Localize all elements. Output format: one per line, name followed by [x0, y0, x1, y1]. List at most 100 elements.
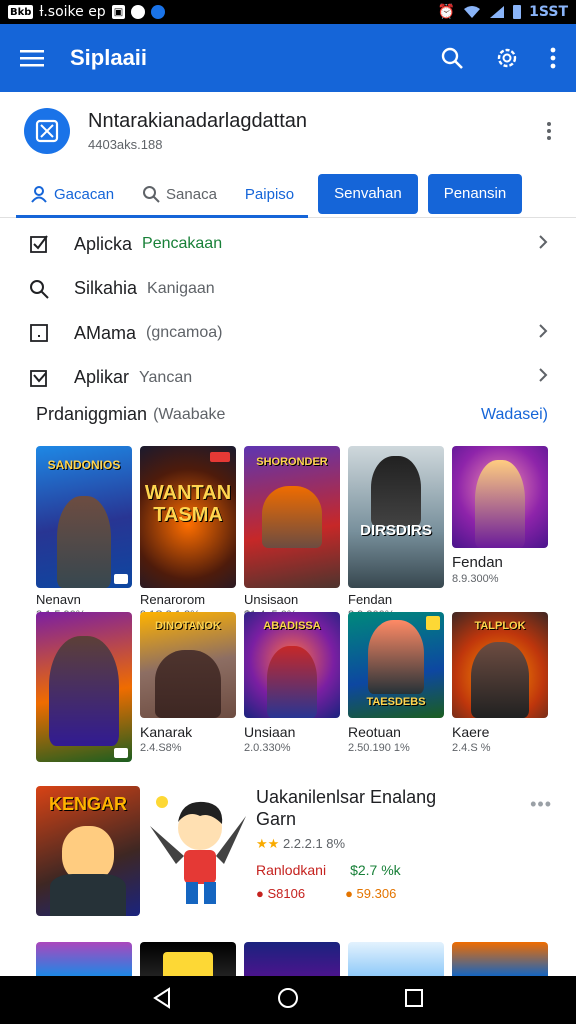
badge-icon [114, 748, 128, 758]
featured-title: Uakanilenlsar Enalang Garn [256, 787, 437, 829]
search-icon [28, 278, 50, 300]
list-item-label: Aplikar [74, 367, 130, 388]
penansin-button[interactable]: Penansin [427, 173, 523, 214]
game-thumbnail [452, 446, 548, 548]
settings-gear-icon[interactable] [494, 45, 520, 71]
tab-sanaca[interactable]: Sanaca [128, 170, 231, 218]
featured-game[interactable]: KENGAR Uakanilenlsar Enalang Garn ★★ 2.2… [36, 786, 552, 918]
tab-label: Gacacan [54, 185, 115, 203]
game-art-title: TALPLOK [474, 620, 526, 632]
game-thumbnail[interactable] [348, 942, 444, 976]
list-item-amama[interactable]: AMama (gncamoa) [0, 311, 576, 356]
status-circle-icon [131, 5, 146, 19]
game-name: Unsiaan [244, 724, 296, 740]
status-time: 1SST [529, 4, 568, 20]
game-card[interactable]: ABADISSA Unsiaan 2.0.330% [244, 612, 340, 762]
game-thumbnail[interactable] [244, 942, 340, 976]
app-logo-icon [24, 108, 70, 154]
game-art-title: WANTAN TASMA [144, 482, 232, 526]
section-subtitle: (Waabake [153, 405, 226, 423]
senvahan-button[interactable]: Senvahan [318, 173, 418, 214]
list-item-sub: Pencakaan [142, 235, 223, 253]
game-name: Kaere [452, 724, 490, 740]
list-item-sub: (gncamoa) [146, 324, 223, 342]
game-card[interactable] [36, 612, 132, 762]
game-thumbnail: DIRSDIRS [348, 446, 444, 588]
game-row-2: DINOTANOK Kanarak 2.4.S8% ABADISSA Unsia… [36, 612, 552, 762]
menu-icon[interactable] [20, 49, 44, 67]
account-header: Nntarakianadarlagdattan 4403aks.188 [0, 92, 576, 170]
home-icon[interactable] [277, 987, 299, 1014]
game-card[interactable]: TALPLOK Kaere 2.4.S % [452, 612, 548, 762]
game-meta: 2.50.190 1% [348, 742, 410, 754]
featured-tag-a: Ranlodkani [256, 862, 327, 878]
featured-price-b: ● 59.306 [345, 886, 397, 901]
list-item-aplicka[interactable]: Aplicka Pencakaan [0, 222, 576, 267]
game-card[interactable]: SHORONDER Unsisaon $1.4. 5.0% [244, 446, 340, 621]
tab-bar: Gacacan Sanaca Paipiso Senvahan Penansin [0, 170, 576, 218]
tab-label: Sanaca [166, 185, 217, 203]
game-name: Nenavn [36, 592, 81, 607]
tab-group-active: Gacacan Sanaca Paipiso [16, 170, 309, 218]
game-card[interactable]: Fendan 8.9.300% [452, 446, 548, 621]
featured-art-title: KENGAR [48, 794, 127, 814]
badge-icon [426, 616, 440, 630]
status-dot-icon [151, 5, 166, 19]
featured-thumbnail: KENGAR [36, 786, 140, 916]
search-icon[interactable] [440, 46, 464, 70]
game-meta: 2.4.S8% [140, 742, 182, 754]
game-card[interactable]: SANDONIOS Nenavn 2.1.5:90% [36, 446, 132, 621]
option-list: Aplicka Pencakaan Silkahia Kanigaan AMam… [0, 222, 576, 400]
game-thumbnail[interactable] [452, 942, 548, 976]
tab-paipiso[interactable]: Paipiso [231, 170, 308, 218]
tab-gacacan[interactable]: Gacacan [16, 170, 128, 218]
header-more-icon[interactable] [546, 121, 552, 141]
status-left-text: ƚ.soike ep [39, 4, 106, 20]
section-title: Prdaniggmian [36, 404, 148, 424]
header-title: Nntarakianadarlagdattan [88, 110, 308, 132]
status-bar: Bkb ƚ.soike ep ▣ ⏰ 1SST [0, 0, 576, 24]
game-name: Renarorom [140, 592, 206, 607]
overflow-menu-icon[interactable] [550, 47, 556, 69]
list-item-label: Aplicka [74, 233, 133, 254]
star-icon: ★★ [256, 836, 280, 851]
game-thumbnail [36, 612, 132, 762]
game-meta: 2.0.330% [244, 742, 291, 754]
featured-tag-b: $2.7 %k [350, 862, 401, 878]
square-icon [28, 322, 50, 344]
game-thumbnail[interactable] [140, 942, 236, 976]
list-item-silkahia[interactable]: Silkahia Kanigaan [0, 267, 576, 312]
list-item-sub: Yancan [139, 368, 193, 386]
app-title: Siplaaii [70, 45, 148, 70]
badge-icon [114, 574, 128, 584]
featured-more-icon[interactable]: ••• [530, 794, 552, 815]
chevron-right-icon [538, 367, 548, 388]
alarm-icon: ⏰ [437, 4, 456, 20]
game-name: Fendan [348, 592, 393, 607]
game-name: Kanarak [140, 724, 193, 740]
featured-rating: ★★ 2.2.2.1 8% [256, 836, 346, 851]
recents-icon[interactable] [404, 988, 424, 1013]
game-meta: 2.4.S % [452, 742, 491, 754]
back-icon[interactable] [152, 986, 172, 1014]
checkbox-icon [28, 233, 50, 255]
game-thumbnail: WANTAN TASMA [140, 446, 236, 588]
status-image-icon: ▣ [111, 5, 126, 19]
game-card[interactable]: TAESDEBS Reotuan 2.50.190 1% [348, 612, 444, 762]
signal-icon [490, 6, 505, 18]
game-card[interactable]: DINOTANOK Kanarak 2.4.S8% [140, 612, 236, 762]
chevron-right-icon [538, 234, 548, 255]
game-thumbnail: SANDONIOS [36, 446, 132, 588]
game-art-title: SANDONIOS [47, 458, 121, 472]
person-icon [31, 186, 47, 203]
game-art-title: ABADISSA [263, 620, 321, 632]
search-icon [143, 186, 160, 203]
game-art-title: DIRSDIRS [360, 522, 432, 539]
game-thumbnail: TAESDEBS [348, 612, 444, 718]
game-thumbnail[interactable] [36, 942, 132, 976]
list-item-aplikar[interactable]: Aplikar Yancan [0, 356, 576, 401]
featured-character-art [148, 786, 248, 916]
game-card[interactable]: DIRSDIRS Fendan 8.9.300% [348, 446, 444, 621]
game-card[interactable]: WANTAN TASMA Renarorom 9.1S.3 1.8% [140, 446, 236, 621]
see-more-link[interactable]: Wadasei) [481, 406, 548, 424]
